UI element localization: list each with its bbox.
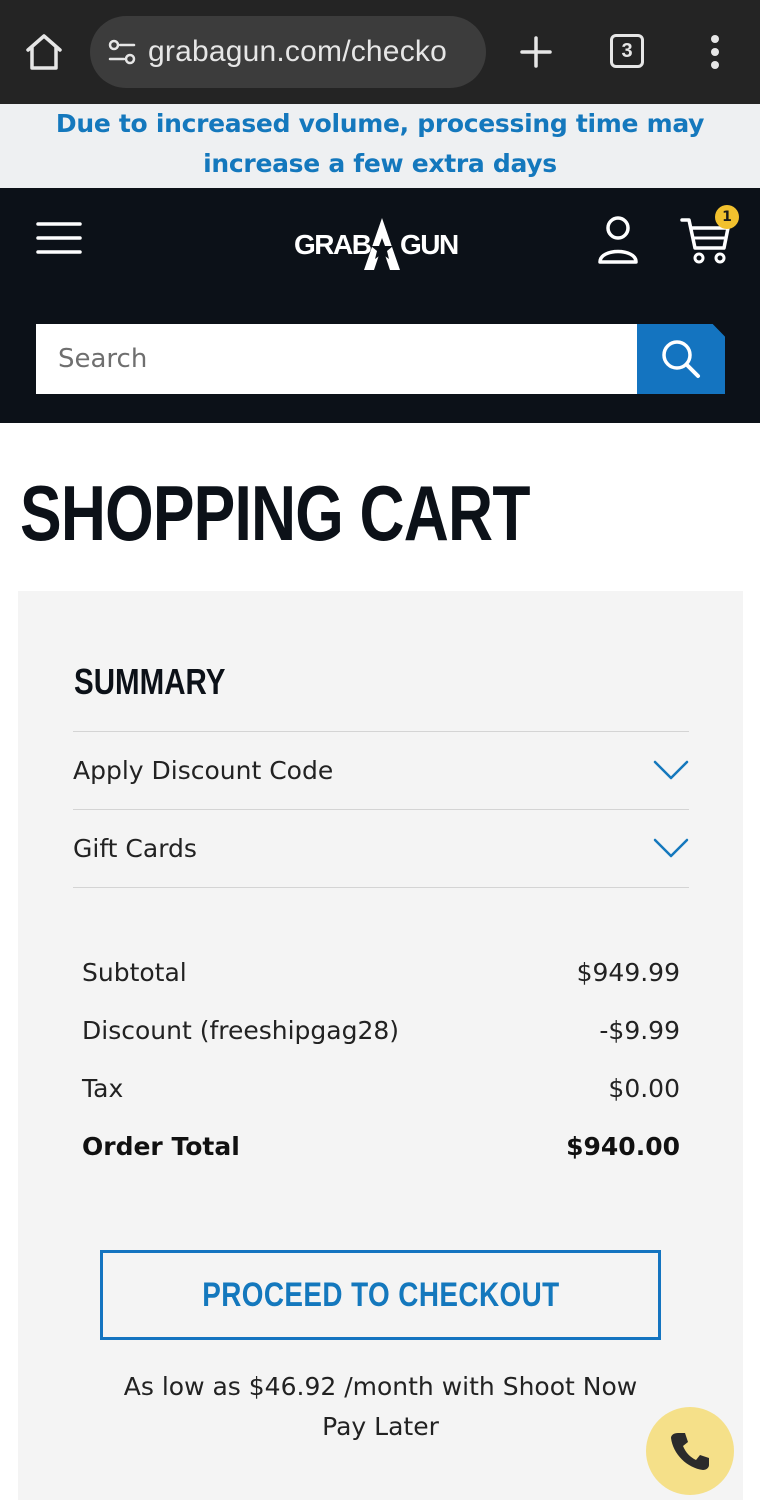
discount-code-accordion[interactable]: Apply Discount Code — [73, 732, 689, 808]
order-summary-panel: SUMMARY Apply Discount Code Gift Cards S… — [18, 591, 743, 1500]
row-value: $0.00 — [608, 1073, 680, 1103]
more-options-icon[interactable] — [700, 30, 730, 74]
row-label: Order Total — [82, 1131, 240, 1161]
row-label: Subtotal — [82, 957, 187, 987]
url-text[interactable]: grabagun.com/checko — [148, 35, 447, 69]
hamburger-menu-icon[interactable] — [36, 218, 82, 258]
tax-row: Tax $0.00 — [82, 1059, 680, 1117]
search-bar — [36, 324, 725, 394]
call-button[interactable] — [646, 1407, 734, 1495]
chevron-down-icon — [653, 838, 689, 858]
accordion-label: Gift Cards — [73, 833, 197, 863]
search-input[interactable] — [36, 324, 638, 394]
subtotal-row: Subtotal $949.99 — [82, 943, 680, 1001]
new-tab-icon[interactable] — [514, 30, 558, 74]
search-icon — [662, 340, 700, 378]
announcement-bar: Due to increased volume, processing time… — [0, 104, 760, 188]
divider — [73, 887, 689, 888]
tab-switcher-icon[interactable]: 3 — [610, 34, 644, 68]
gift-cards-accordion[interactable]: Gift Cards — [73, 810, 689, 886]
phone-icon — [671, 1433, 709, 1470]
checkout-label: PROCEED TO CHECKOUT — [201, 1275, 560, 1314]
row-label: Tax — [82, 1073, 124, 1103]
svg-text:GRAB: GRAB — [294, 229, 371, 260]
svg-text:GUN: GUN — [400, 229, 458, 260]
discount-row: Discount (freeshipgag28) -$9.99 — [82, 1001, 680, 1059]
proceed-to-checkout-button[interactable]: PROCEED TO CHECKOUT — [100, 1250, 661, 1340]
row-value: -$9.99 — [599, 1015, 680, 1045]
site-settings-icon[interactable] — [102, 32, 142, 72]
row-value: $949.99 — [576, 957, 680, 987]
row-label: Discount (freeshipgag28) — [82, 1015, 400, 1045]
home-icon[interactable] — [22, 30, 66, 74]
browser-toolbar: grabagun.com/checko 3 — [0, 0, 760, 104]
search-button[interactable] — [637, 324, 725, 394]
totals-table: Subtotal $949.99 Discount (freeshipgag28… — [82, 943, 680, 1175]
page-title: SHOPPING CART — [20, 469, 530, 557]
account-icon[interactable] — [594, 214, 642, 266]
cart-count-badge: 1 — [715, 205, 739, 229]
chevron-down-icon — [653, 760, 689, 780]
address-bar[interactable]: grabagun.com/checko — [90, 16, 486, 88]
financing-text: As low as $46.92 /month with Shoot Now P… — [123, 1372, 638, 1441]
order-total-row: Order Total $940.00 — [82, 1117, 680, 1175]
row-value: $940.00 — [566, 1131, 680, 1161]
grabagun-logo[interactable]: GRAB GUN — [292, 216, 472, 272]
accordion-label: Apply Discount Code — [73, 755, 334, 785]
summary-title: SUMMARY — [74, 661, 226, 702]
